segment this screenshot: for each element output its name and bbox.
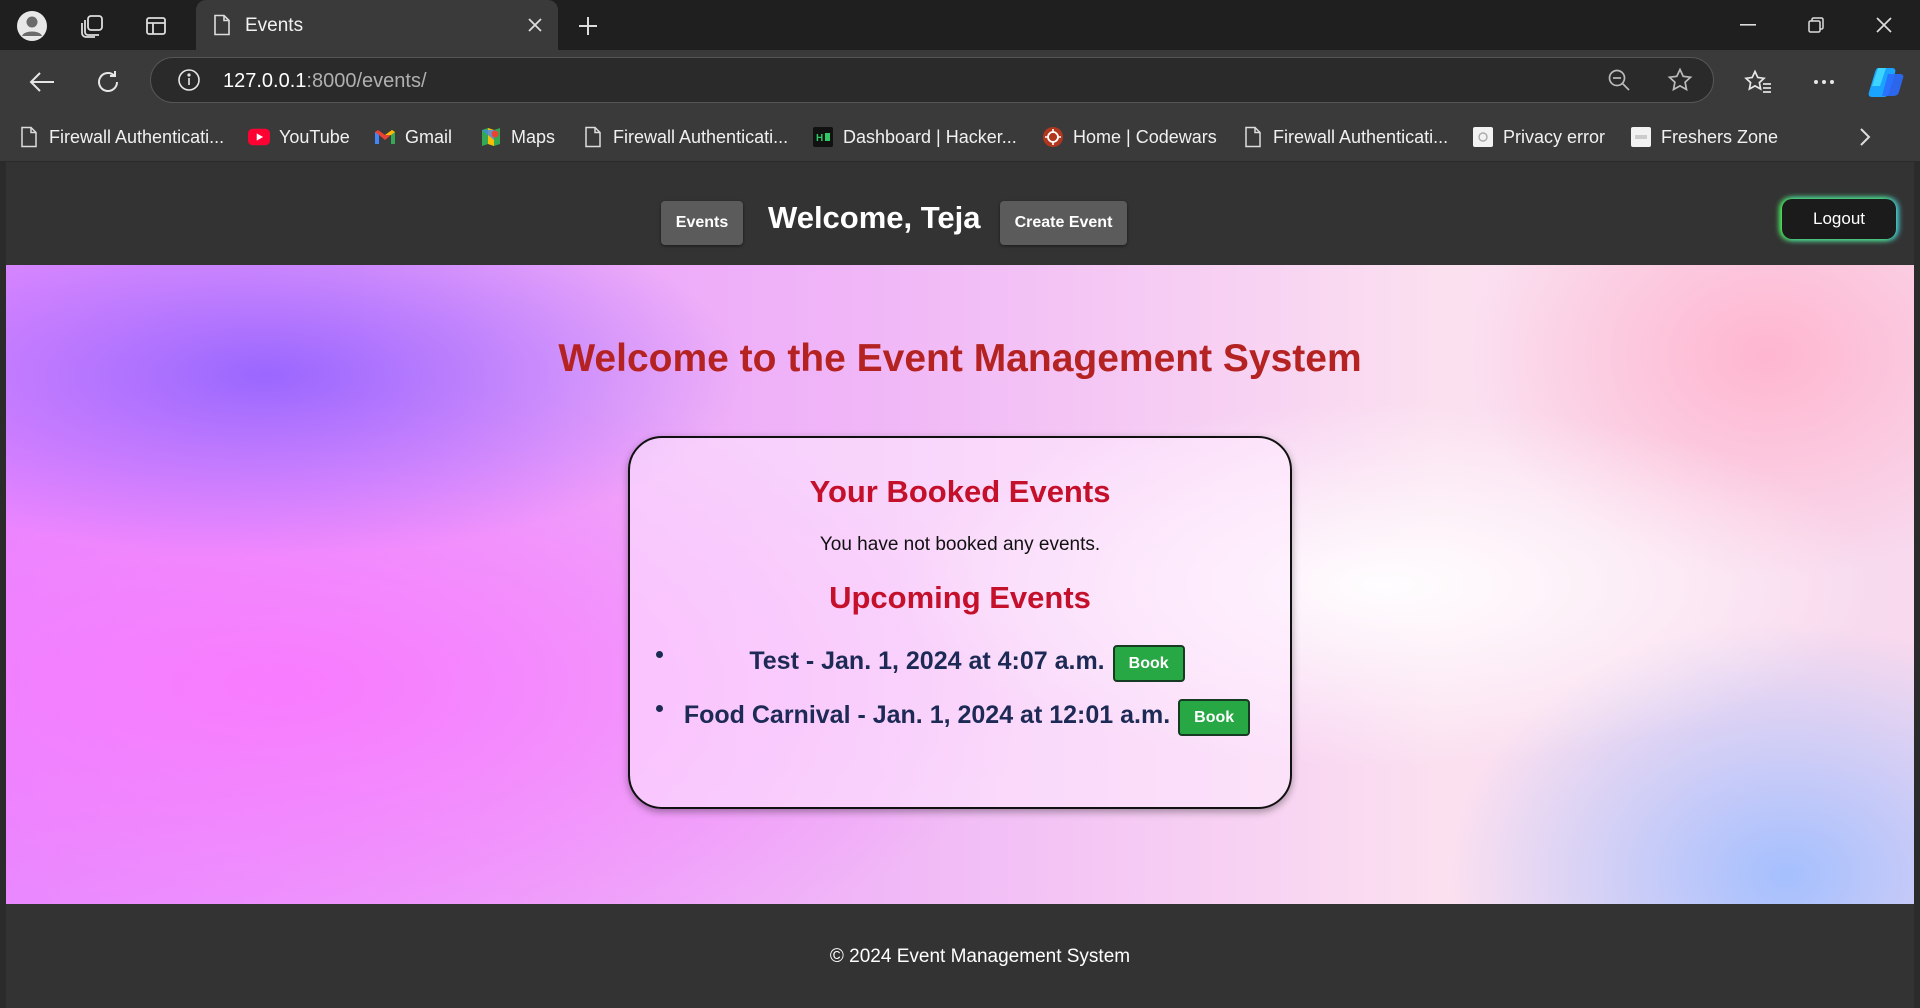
more-options-icon[interactable] <box>1804 62 1844 102</box>
freshers-icon <box>1630 126 1652 148</box>
welcome-heading: Welcome, Teja <box>768 200 981 235</box>
book-button[interactable]: Book <box>1178 699 1251 736</box>
bookmark-item[interactable]: Privacy error <box>1472 123 1605 151</box>
bookmark-label: Firewall Authenticati... <box>613 126 789 147</box>
bookmark-label: Freshers Zone <box>1661 126 1779 147</box>
svg-text:H: H <box>816 133 823 144</box>
workspaces-icon[interactable] <box>76 10 108 42</box>
maps-icon <box>480 126 502 148</box>
browser-toolbar: 127.0.0.1:8000/events/ <box>0 50 1920 113</box>
hackerrank-icon: H <box>812 126 834 148</box>
page-icon <box>1242 126 1264 148</box>
url-path: :8000/events/ <box>306 70 427 92</box>
footer-copyright: © 2024 Event Management System <box>829 946 1131 967</box>
tab-actions-icon[interactable] <box>140 10 172 42</box>
list-item: Test - Jan. 1, 2024 at 4:07 a.m. Book <box>630 641 1290 695</box>
bullet <box>656 651 663 658</box>
bookmark-label: Home | Codewars <box>1073 126 1217 147</box>
close-tab-icon[interactable] <box>522 12 548 38</box>
bookmark-item[interactable]: YouTube <box>248 123 350 151</box>
bookmark-label: Firewall Authenticati... <box>49 126 225 147</box>
privacy-icon <box>1472 126 1494 148</box>
bookmarks-bar: Firewall Authenticati... YouTube Gmail M… <box>0 113 1920 162</box>
codewars-icon <box>1042 126 1064 148</box>
bookmark-item[interactable]: Home | Codewars <box>1042 123 1217 151</box>
bookmark-item[interactable]: Maps <box>480 123 555 151</box>
site-navbar: Events Welcome, Teja Create Event Logout <box>6 162 1914 265</box>
zoom-out-icon[interactable] <box>1607 68 1631 97</box>
upcoming-events-heading: Upcoming Events <box>829 580 1091 615</box>
url-text[interactable]: 127.0.0.1:8000/events/ <box>223 70 427 93</box>
bookmark-label: Maps <box>511 126 556 147</box>
bookmark-item[interactable]: Firewall Authenticati... <box>582 123 788 151</box>
logout-button[interactable]: Logout <box>1782 199 1896 239</box>
tab-events[interactable]: Events <box>196 0 558 50</box>
bookmark-item[interactable]: Firewall Authenticati... <box>18 123 224 151</box>
book-button[interactable]: Book <box>1112 645 1185 682</box>
refresh-icon[interactable] <box>88 62 128 102</box>
bookmark-item[interactable]: H Dashboard | Hacker... <box>812 123 1017 151</box>
url-host: 127.0.0.1 <box>223 70 307 92</box>
minimize-icon[interactable] <box>1728 10 1768 40</box>
address-bar[interactable]: 127.0.0.1:8000/events/ <box>150 57 1714 103</box>
youtube-icon <box>248 126 270 148</box>
bullet <box>656 705 663 712</box>
profile-icon[interactable] <box>16 10 48 42</box>
new-tab-icon[interactable] <box>572 10 604 42</box>
bookmark-item[interactable]: Freshers Zone <box>1630 123 1778 151</box>
back-icon[interactable] <box>22 62 62 102</box>
list-item: Food Carnival - Jan. 1, 2024 at 12:01 a.… <box>630 695 1290 749</box>
favorite-star-icon[interactable] <box>1667 67 1693 98</box>
no-bookings-message: You have not booked any events. <box>819 534 1101 555</box>
booked-events-heading: Your Booked Events <box>809 474 1111 509</box>
page-title: Welcome to the Event Management System <box>558 337 1362 380</box>
page-icon <box>212 14 232 41</box>
events-nav-button[interactable]: Events <box>661 201 743 245</box>
events-card: Your Booked Events You have not booked a… <box>628 436 1292 809</box>
bookmark-label: Dashboard | Hacker... <box>843 126 1017 147</box>
restore-icon[interactable] <box>1796 10 1836 40</box>
event-title: Test - Jan. 1, 2024 at 4:07 a.m. <box>749 647 1105 675</box>
tab-strip: Events <box>0 0 1920 50</box>
page-viewport: Events Welcome, Teja Create Event Logout… <box>6 162 1914 1008</box>
bookmark-item[interactable]: Gmail <box>374 123 452 151</box>
copilot-icon[interactable] <box>1866 62 1906 102</box>
bookmark-label: Gmail <box>405 126 453 147</box>
favorites-icon[interactable] <box>1738 62 1778 102</box>
site-footer: © 2024 Event Management System <box>6 904 1914 1008</box>
bookmark-item[interactable]: Firewall Authenticati... <box>1242 123 1448 151</box>
site-info-icon[interactable] <box>177 68 201 97</box>
gmail-icon <box>374 126 396 148</box>
main-content: Welcome to the Event Management System Y… <box>6 265 1914 904</box>
upcoming-events-list: Test - Jan. 1, 2024 at 4:07 a.m. Book Fo… <box>630 641 1290 749</box>
create-event-button[interactable]: Create Event <box>1000 201 1127 245</box>
event-title: Food Carnival - Jan. 1, 2024 at 12:01 a.… <box>683 701 1171 729</box>
page-icon <box>582 126 604 148</box>
bookmark-label: Privacy error <box>1503 126 1606 147</box>
close-window-icon[interactable] <box>1864 10 1904 40</box>
bookmarks-overflow-icon[interactable] <box>1858 123 1872 151</box>
tab-title: Events <box>245 15 304 36</box>
page-icon <box>18 126 40 148</box>
bookmark-label: Firewall Authenticati... <box>1273 126 1449 147</box>
bookmark-label: YouTube <box>279 126 350 147</box>
